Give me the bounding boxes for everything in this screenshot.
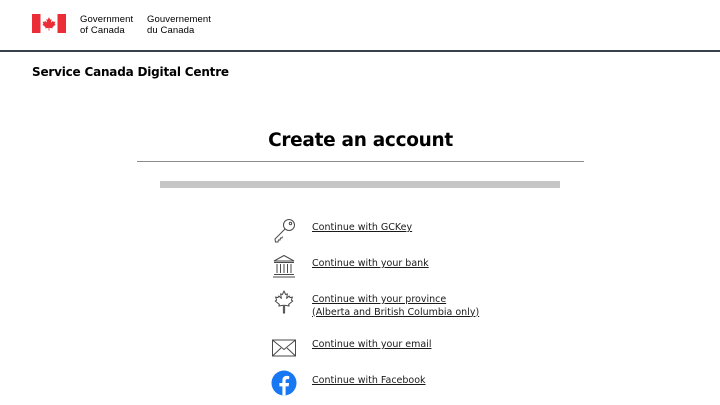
progress-bar xyxy=(160,181,560,188)
government-of-canada-logo[interactable]: Government of Canada Gouvernement du Can… xyxy=(32,14,211,35)
continue-with-facebook-link[interactable]: Continue with Facebook xyxy=(270,369,570,399)
title-divider xyxy=(137,161,584,162)
page-title: Create an account xyxy=(268,130,453,151)
envelope-icon xyxy=(272,339,296,357)
continue-with-province-link[interactable]: Continue with your province (Alberta and… xyxy=(270,288,570,324)
email-label: Continue with your email xyxy=(312,339,432,350)
gckey-label: Continue with GCKey xyxy=(312,222,413,233)
service-title[interactable]: Service Canada Digital Centre xyxy=(32,65,229,79)
maple-leaf-icon xyxy=(274,290,294,314)
continue-with-email-link[interactable]: Continue with your email xyxy=(270,333,570,363)
facebook-label: Continue with Facebook xyxy=(312,375,426,386)
government-header: Government of Canada Gouvernement du Can… xyxy=(0,0,720,52)
canada-flag-icon xyxy=(32,14,66,33)
continue-with-gckey-link[interactable]: Continue with GCKey xyxy=(270,216,570,246)
facebook-icon xyxy=(271,370,297,396)
bank-label: Continue with your bank xyxy=(312,258,429,269)
bank-icon xyxy=(273,254,295,278)
government-name-english: Government of Canada xyxy=(80,14,134,36)
province-label: Continue with your province (Alberta and… xyxy=(312,294,480,318)
key-icon xyxy=(274,219,295,243)
continue-with-bank-link[interactable]: Continue with your bank xyxy=(270,252,570,282)
government-name-french: Gouvernement du Canada xyxy=(147,14,212,36)
